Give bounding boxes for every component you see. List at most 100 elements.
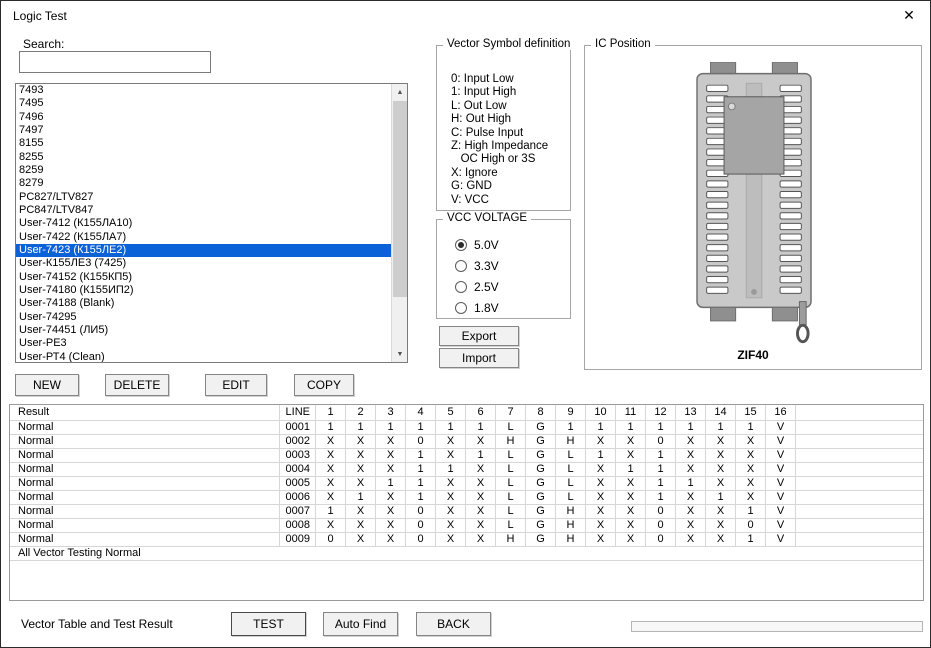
- cell-pin: H: [496, 533, 526, 546]
- device-list-item[interactable]: 8155: [16, 137, 391, 150]
- table-row[interactable]: Normal0003XXX1X1LGL1X1XXXV: [10, 449, 923, 463]
- result-table-header: ResultLINE12345678910111213141516: [10, 405, 923, 421]
- device-list-item[interactable]: User-74180 (К155ИП2): [16, 284, 391, 297]
- cell-pin: L: [496, 519, 526, 532]
- device-list-item[interactable]: 8279: [16, 177, 391, 190]
- radio-icon[interactable]: [455, 281, 467, 293]
- cell-pin: G: [526, 435, 556, 448]
- cell-pin: L: [556, 477, 586, 490]
- table-row[interactable]: Normal00071XX0XXLGHXX0XX1V: [10, 505, 923, 519]
- device-list-item[interactable]: 7496: [16, 111, 391, 124]
- column-header: 2: [346, 405, 376, 420]
- device-listbox: 74937495749674978155825582598279PC827/LT…: [15, 83, 408, 363]
- device-list-item[interactable]: 8259: [16, 164, 391, 177]
- cell-pin: X: [316, 477, 346, 490]
- cell-pin: X: [616, 505, 646, 518]
- cell-pin: X: [436, 435, 466, 448]
- edit-button[interactable]: EDIT: [205, 374, 267, 396]
- vector-symbol-line: H: Out High: [451, 113, 548, 126]
- cell-pin: X: [436, 449, 466, 462]
- cell-pin: V: [766, 491, 796, 504]
- vcc-option[interactable]: 2.5V: [455, 276, 499, 297]
- device-list-item[interactable]: User-7422 (К155ЛА7): [16, 231, 391, 244]
- cell-line: 0001: [280, 421, 316, 434]
- cell-pin: L: [496, 477, 526, 490]
- vector-symbol-list: 0: Input Low1: Input HighL: Out LowH: Ou…: [451, 73, 548, 207]
- device-list-item[interactable]: User-74188 (Blank): [16, 297, 391, 310]
- table-row[interactable]: Normal0001111111LG1111111V: [10, 421, 923, 435]
- table-row[interactable]: Normal0006X1X1XXLGLXX1X1XV: [10, 491, 923, 505]
- device-list-item[interactable]: User-К155ЛЕ3 (7425): [16, 257, 391, 270]
- ic-position-groupbox: IC Position: [584, 45, 922, 370]
- radio-icon[interactable]: [455, 239, 467, 251]
- cell-filler: [796, 449, 923, 462]
- device-list[interactable]: 74937495749674978155825582598279PC827/LT…: [16, 84, 391, 362]
- cell-line: 0006: [280, 491, 316, 504]
- cell-pin: X: [436, 477, 466, 490]
- cell-pin: 1: [676, 477, 706, 490]
- radio-icon[interactable]: [455, 260, 467, 272]
- column-header: 15: [736, 405, 766, 420]
- cell-pin: 1: [376, 477, 406, 490]
- cell-filler: [796, 533, 923, 546]
- device-list-item[interactable]: 7497: [16, 124, 391, 137]
- search-input[interactable]: [19, 51, 211, 73]
- vcc-option[interactable]: 5.0V: [455, 234, 499, 255]
- table-row[interactable]: Normal00090XX0XXHGHXX0XX1V: [10, 533, 923, 547]
- vector-symbol-title: Vector Symbol definition: [443, 38, 574, 50]
- column-header: 3: [376, 405, 406, 420]
- cell-pin: X: [706, 477, 736, 490]
- cell-pin: X: [436, 505, 466, 518]
- delete-button[interactable]: DELETE: [105, 374, 169, 396]
- scroll-thumb[interactable]: [393, 101, 407, 297]
- device-list-item[interactable]: 7493: [16, 84, 391, 97]
- table-row[interactable]: Normal0008XXX0XXLGHXX0XX0V: [10, 519, 923, 533]
- cell-pin: 1: [586, 449, 616, 462]
- auto-find-button[interactable]: Auto Find: [323, 612, 398, 636]
- result-table: ResultLINE12345678910111213141516 Normal…: [9, 404, 924, 601]
- cell-result: Normal: [10, 477, 280, 490]
- table-row[interactable]: Normal0005XX11XXLGLXX11XXV: [10, 477, 923, 491]
- radio-icon[interactable]: [455, 302, 467, 314]
- column-header: 10: [586, 405, 616, 420]
- device-list-item[interactable]: User-7412 (К155ЛА10): [16, 217, 391, 230]
- device-list-item[interactable]: User-74451 (ЛИ5): [16, 324, 391, 337]
- device-list-item[interactable]: PC847/LTV847: [16, 204, 391, 217]
- list-scrollbar[interactable]: ▲ ▼: [391, 84, 407, 362]
- cell-pin: 1: [346, 421, 376, 434]
- cell-pin: 1: [436, 463, 466, 476]
- close-button[interactable]: ✕: [890, 1, 928, 30]
- new-button[interactable]: NEW: [15, 374, 79, 396]
- vcc-option[interactable]: 3.3V: [455, 255, 499, 276]
- test-button[interactable]: TEST: [231, 612, 306, 636]
- device-list-item[interactable]: User-РЕ3: [16, 337, 391, 350]
- cell-pin: G: [526, 519, 556, 532]
- export-button[interactable]: Export: [439, 326, 519, 346]
- cell-result: Normal: [10, 491, 280, 504]
- device-list-item[interactable]: User-7423 (К155ЛЕ2): [16, 244, 391, 257]
- cell-pin: V: [766, 533, 796, 546]
- device-list-item[interactable]: 7495: [16, 97, 391, 110]
- import-button[interactable]: Import: [439, 348, 519, 368]
- scroll-down-button[interactable]: ▼: [392, 346, 408, 362]
- copy-button[interactable]: COPY: [294, 374, 354, 396]
- device-list-item[interactable]: 8255: [16, 151, 391, 164]
- cell-pin: G: [526, 477, 556, 490]
- device-list-item[interactable]: User-74152 (К155КП5): [16, 271, 391, 284]
- cell-filler: [796, 519, 923, 532]
- cell-line: 0004: [280, 463, 316, 476]
- cell-pin: V: [766, 435, 796, 448]
- vcc-option[interactable]: 1.8V: [455, 297, 499, 318]
- cell-pin: V: [766, 519, 796, 532]
- cell-filler: [796, 477, 923, 490]
- device-list-item[interactable]: User-74295: [16, 311, 391, 324]
- device-list-item[interactable]: PC827/LTV827: [16, 191, 391, 204]
- vector-symbol-line: 0: Input Low: [451, 73, 548, 86]
- device-list-item[interactable]: User-РТ4 (Clean): [16, 351, 391, 362]
- table-row[interactable]: Normal0004XXX11XLGLX11XXXV: [10, 463, 923, 477]
- table-row[interactable]: Normal0002XXX0XXHGHXX0XXXV: [10, 435, 923, 449]
- vcc-option-label: 5.0V: [474, 238, 499, 252]
- vcc-voltage-title: VCC VOLTAGE: [443, 212, 531, 224]
- back-button[interactable]: BACK: [416, 612, 491, 636]
- scroll-up-button[interactable]: ▲: [392, 84, 408, 100]
